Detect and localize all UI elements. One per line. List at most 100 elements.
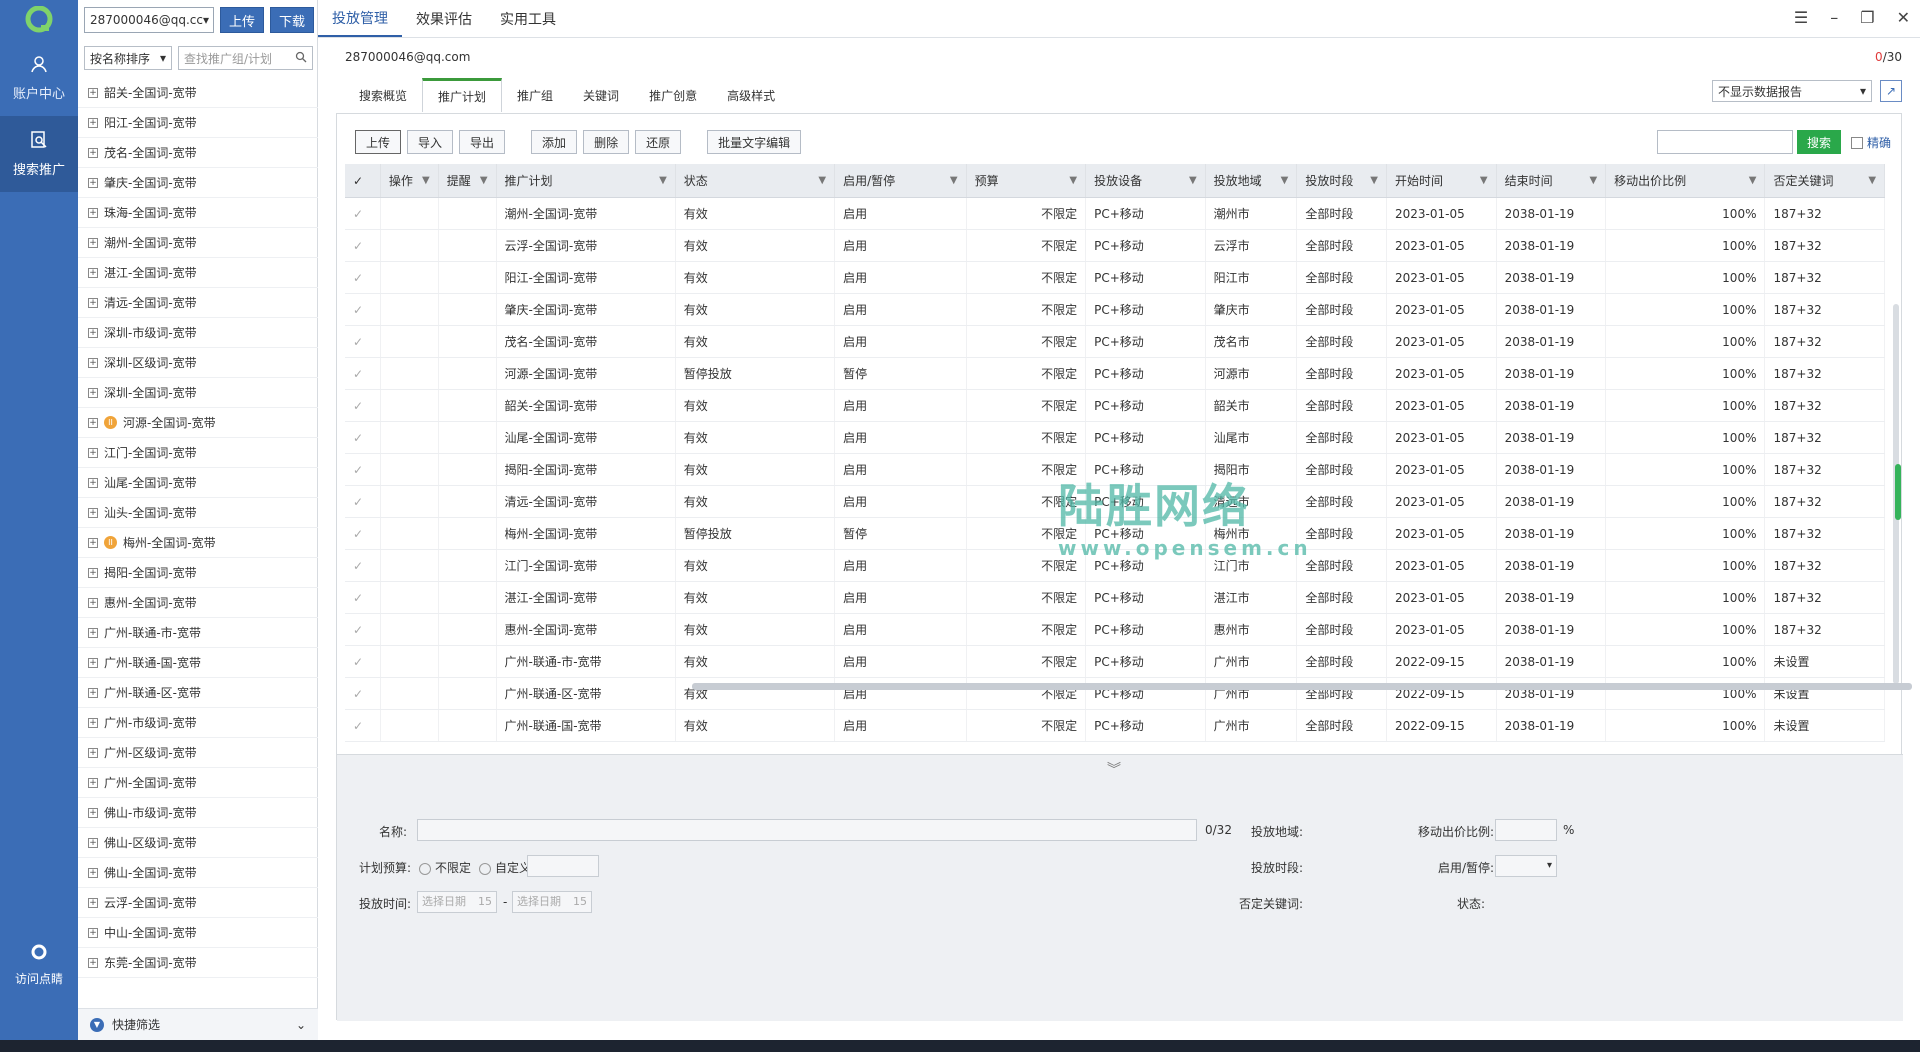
table-row[interactable]: ✓ 江门-全国词-宽带 有效 启用 不限定 PC+移动 江门市 全部时段 2023-01-05 2… bbox=[345, 550, 1885, 582]
expand-icon[interactable]: + bbox=[88, 87, 98, 98]
column-header[interactable]: 移动出价比例 ▼ bbox=[1606, 164, 1766, 197]
tab-1[interactable]: 推广计划 bbox=[422, 78, 503, 112]
tree-item[interactable]: + 佛山-区级词-宽带 bbox=[78, 828, 318, 858]
visit-dianjing[interactable]: 访问点睛 bbox=[0, 930, 78, 1000]
row-check-cell[interactable]: ✓ bbox=[345, 486, 381, 517]
filter-icon[interactable]: ▼ bbox=[422, 175, 430, 186]
tree-item[interactable]: + 深圳-市级词-宽带 bbox=[78, 318, 318, 348]
expand-icon[interactable]: + bbox=[88, 807, 98, 818]
search-button[interactable]: 搜索 bbox=[1797, 130, 1841, 154]
rail-item-search-promo[interactable]: 搜索推广 bbox=[0, 116, 78, 192]
tree-item[interactable]: + 佛山-全国词-宽带 bbox=[78, 858, 318, 888]
tree-item[interactable]: + 广州-联通-区-宽带 bbox=[78, 678, 318, 708]
tab-4[interactable]: 推广创意 bbox=[634, 78, 712, 112]
expand-icon[interactable]: + bbox=[88, 597, 98, 608]
tree-item[interactable]: + 珠海-全国词-宽带 bbox=[78, 198, 318, 228]
toolbar-button[interactable]: 导出 bbox=[459, 130, 506, 154]
column-header[interactable]: 结束时间 ▼ bbox=[1497, 164, 1607, 197]
row-check-cell[interactable]: ✓ bbox=[345, 294, 381, 325]
topnav-tab[interactable]: 投放管理 bbox=[318, 0, 402, 37]
row-check-cell[interactable]: ✓ bbox=[345, 678, 381, 709]
tree-item[interactable]: + 云浮-全国词-宽带 bbox=[78, 888, 318, 918]
filter-icon[interactable]: ▼ bbox=[1480, 175, 1488, 186]
table-row[interactable]: ✓ 阳江-全国词-宽带 有效 启用 不限定 PC+移动 阳江市 全部时段 2023-01-05 2… bbox=[345, 262, 1885, 294]
start-date-input[interactable]: 选择日期 15 bbox=[417, 891, 497, 913]
column-header[interactable]: 开始时间 ▼ bbox=[1387, 164, 1497, 197]
expand-icon[interactable]: + bbox=[88, 837, 98, 848]
filter-icon[interactable]: ▼ bbox=[480, 175, 488, 186]
name-input[interactable] bbox=[417, 819, 1197, 841]
column-header[interactable]: 推广计划 ▼ bbox=[497, 164, 676, 197]
tree-item[interactable]: + 汕头-全国词-宽带 bbox=[78, 498, 318, 528]
expand-icon[interactable]: + bbox=[88, 447, 98, 458]
column-header[interactable]: 提醒 ▼ bbox=[439, 164, 497, 197]
table-row[interactable]: ✓ 惠州-全国词-宽带 有效 启用 不限定 PC+移动 惠州市 全部时段 2023-01-05 2… bbox=[345, 614, 1885, 646]
tree-item[interactable]: + 汕尾-全国词-宽带 bbox=[78, 468, 318, 498]
horizontal-scrollbar[interactable] bbox=[692, 683, 1912, 690]
expand-icon[interactable]: + bbox=[88, 927, 98, 938]
column-header[interactable]: 预算 ▼ bbox=[967, 164, 1087, 197]
table-row[interactable]: ✓ 梅州-全国词-宽带 暂停投放 暂停 不限定 PC+移动 梅州市 全部时段 2023-01-0… bbox=[345, 518, 1885, 550]
tab-5[interactable]: 高级样式 bbox=[712, 78, 790, 112]
expand-icon[interactable]: + bbox=[88, 867, 98, 878]
expand-icon[interactable]: + bbox=[88, 327, 98, 338]
row-check-cell[interactable]: ✓ bbox=[345, 230, 381, 261]
expand-icon[interactable]: + bbox=[88, 537, 98, 548]
budget-input[interactable] bbox=[527, 855, 599, 877]
topnav-tab[interactable]: 实用工具 bbox=[486, 0, 570, 37]
column-header[interactable]: 启用/暂停 ▼ bbox=[835, 164, 967, 197]
topnav-tab[interactable]: 效果评估 bbox=[402, 0, 486, 37]
toolbar-button[interactable]: 批量文字编辑 bbox=[707, 130, 802, 154]
table-row[interactable]: ✓ 潮州-全国词-宽带 有效 启用 不限定 PC+移动 潮州市 全部时段 2023-01-05 2… bbox=[345, 198, 1885, 230]
row-check-cell[interactable]: ✓ bbox=[345, 198, 381, 229]
tab-2[interactable]: 推广组 bbox=[502, 78, 568, 112]
tree-item[interactable]: + 惠州-全国词-宽带 bbox=[78, 588, 318, 618]
table-row[interactable]: ✓ 云浮-全国词-宽带 有效 启用 不限定 PC+移动 云浮市 全部时段 2023-01-05 2… bbox=[345, 230, 1885, 262]
column-header[interactable]: 操作 ▼ bbox=[381, 164, 439, 197]
column-header[interactable]: 投放设备 ▼ bbox=[1086, 164, 1206, 197]
collapse-chevron-icon[interactable]: ︾ bbox=[1107, 759, 1121, 779]
column-header[interactable]: 投放地域 ▼ bbox=[1206, 164, 1298, 197]
expand-icon[interactable]: + bbox=[88, 507, 98, 518]
expand-icon[interactable]: + bbox=[88, 687, 98, 698]
tree-item[interactable]: + 潮州-全国词-宽带 bbox=[78, 228, 318, 258]
budget-unlimited-radio[interactable]: 不限定 bbox=[419, 859, 471, 876]
row-check-cell[interactable]: ✓ bbox=[345, 646, 381, 677]
filter-icon[interactable]: ▼ bbox=[659, 175, 667, 186]
account-select[interactable]: 287000046@qq.cc ▾ bbox=[84, 7, 214, 33]
budget-custom-radio[interactable]: 自定义 bbox=[479, 859, 531, 876]
filter-icon[interactable]: ▼ bbox=[950, 175, 958, 186]
filter-icon[interactable]: ▼ bbox=[1868, 175, 1876, 186]
export-report-icon[interactable]: ↗ bbox=[1880, 80, 1902, 102]
tree-item[interactable]: + 广州-联通-市-宽带 bbox=[78, 618, 318, 648]
calendar-icon[interactable]: 15 bbox=[573, 892, 587, 912]
filter-icon[interactable]: ▼ bbox=[1370, 175, 1378, 186]
tree-item[interactable]: + 茂名-全国词-宽带 bbox=[78, 138, 318, 168]
tree-item[interactable]: + 湛江-全国词-宽带 bbox=[78, 258, 318, 288]
row-check-cell[interactable]: ✓ bbox=[345, 454, 381, 485]
expand-icon[interactable]: + bbox=[88, 387, 98, 398]
expand-icon[interactable]: + bbox=[88, 357, 98, 368]
minimize-icon[interactable]: – bbox=[1830, 8, 1838, 27]
expand-icon[interactable]: + bbox=[88, 477, 98, 488]
tree-item[interactable]: + 广州-全国词-宽带 bbox=[78, 768, 318, 798]
expand-icon[interactable]: + bbox=[88, 207, 98, 218]
tree-item[interactable]: + 肇庆-全国词-宽带 bbox=[78, 168, 318, 198]
expand-icon[interactable]: + bbox=[88, 657, 98, 668]
end-date-input[interactable]: 选择日期 15 bbox=[512, 891, 592, 913]
row-check-cell[interactable]: ✓ bbox=[345, 518, 381, 549]
expand-icon[interactable]: + bbox=[88, 957, 98, 968]
filter-icon[interactable]: ▼ bbox=[1189, 175, 1197, 186]
sort-select[interactable]: 按名称排序 ▾ bbox=[84, 46, 172, 70]
toolbar-button[interactable]: 还原 bbox=[635, 130, 682, 154]
expand-icon[interactable]: + bbox=[88, 567, 98, 578]
tree-item[interactable]: + 韶关-全国词-宽带 bbox=[78, 78, 318, 108]
filter-icon[interactable]: ▼ bbox=[1069, 175, 1077, 186]
tree-item[interactable]: + 中山-全国词-宽带 bbox=[78, 918, 318, 948]
table-row[interactable]: ✓ 肇庆-全国词-宽带 有效 启用 不限定 PC+移动 肇庆市 全部时段 2023-01-05 2… bbox=[345, 294, 1885, 326]
tree-item[interactable]: + 江门-全国词-宽带 bbox=[78, 438, 318, 468]
expand-icon[interactable]: + bbox=[88, 417, 98, 428]
enable-select[interactable]: ▾ bbox=[1495, 855, 1557, 877]
expand-icon[interactable]: + bbox=[88, 117, 98, 128]
row-check-cell[interactable]: ✓ bbox=[345, 262, 381, 293]
